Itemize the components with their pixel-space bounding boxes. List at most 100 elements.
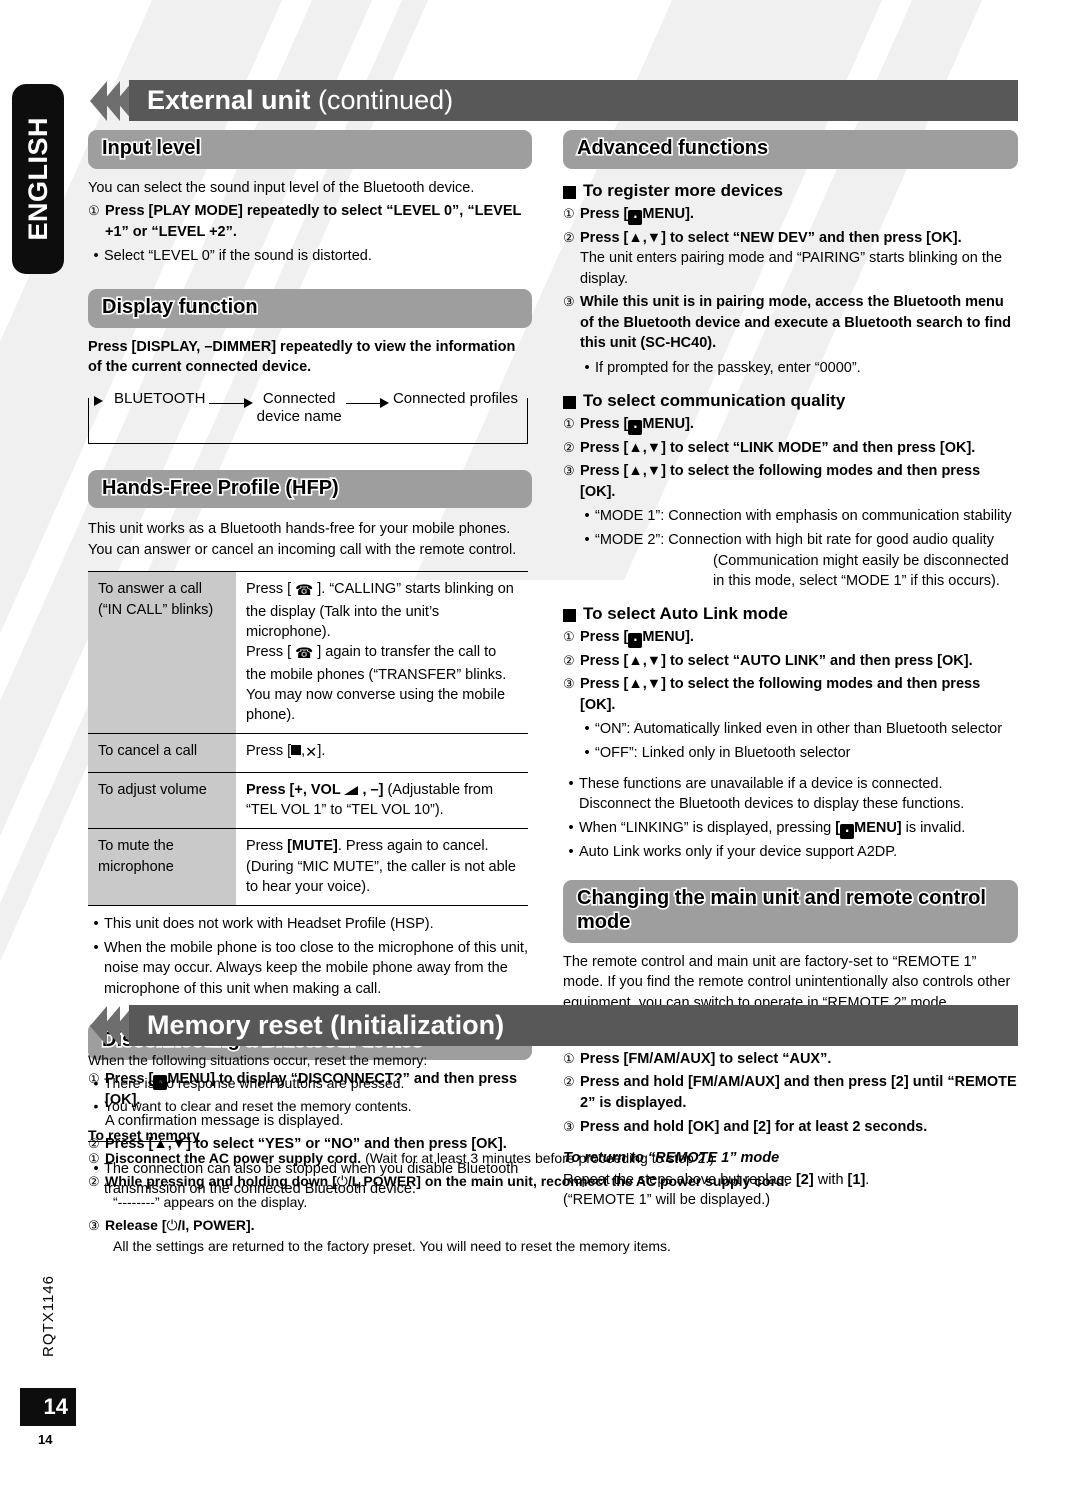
table-cell-value: Press [,✕].: [236, 734, 528, 772]
step-bold: Press [▲,▼] to select “NEW DEV” and then…: [580, 229, 962, 246]
note-text: Auto Link works only if your device supp…: [579, 843, 898, 860]
subheading-text: To select Auto Link mode: [583, 603, 788, 623]
page-number-badge: 14: [20, 1388, 76, 1426]
page-number-small: 14: [38, 1432, 53, 1447]
bullet-dot-icon: •: [93, 1075, 99, 1092]
step-number: ②: [563, 652, 575, 668]
condition-text: You want to clear and reset the memory c…: [104, 1098, 412, 1115]
hfp-intro-line1: This unit works as a Bluetooth hands-fre…: [88, 521, 511, 538]
table-row: To cancel a call Press [,✕].: [88, 733, 528, 773]
note-text: If prompted for the passkey, enter “0000…: [595, 360, 861, 377]
chevron-left-icon-group: [90, 80, 133, 121]
step-text: While pressing and holding down [⏻/I, PO…: [105, 1172, 1018, 1213]
display-function-intro: Press [DISPLAY, –DIMMER] repeatedly to v…: [88, 338, 516, 376]
register-notes: • If prompted for the passkey, enter “00…: [563, 358, 1018, 379]
list-item: ② Press [▲,▼] to select “LINK MODE” and …: [563, 438, 1018, 459]
step-text: Press [▲,▼] to select “NEW DEV” and then…: [580, 228, 1018, 290]
list-item: • “MODE 2”: Connection with high bit rat…: [563, 530, 1018, 551]
bluetooth-icon: ·: [628, 419, 643, 435]
step-number: ③: [563, 294, 575, 310]
section-header-remote-mode: Changing the main unit and remote contro…: [563, 880, 1018, 943]
bullet-dot-icon: •: [93, 248, 99, 265]
bullet-dot-icon: •: [568, 775, 574, 792]
list-item: • When the mobile phone is too close to …: [88, 938, 532, 1000]
step-number: ①: [563, 628, 575, 644]
chapter-header-memory-reset: Memory reset (Initialization): [90, 1005, 1018, 1046]
step-number: ①: [563, 415, 575, 431]
auto-link-steps: ① Press [· MENU]. ② Press [▲,▼] to select…: [563, 627, 1018, 716]
table-row: To mute the microphone Press [MUTE]. Pres…: [88, 828, 528, 906]
memory-reset-body: When the following situations occur, res…: [88, 1050, 1018, 1256]
chapter-header-external-unit: External unit (continued): [90, 80, 1018, 121]
auto-link-modes: • “ON”: Automatically linked even in oth…: [563, 719, 1018, 763]
volume-wedge-icon: [344, 785, 359, 795]
step-bold: Release [⏻/I, POWER].: [105, 1216, 255, 1234]
note-text: When the mobile phone is too close to th…: [104, 939, 528, 997]
subheading-text: To register more devices: [583, 180, 783, 200]
list-item: • This unit does not work with Headset P…: [88, 914, 532, 935]
step-bold: While pressing and holding down [⏻/I, PO…: [105, 1172, 789, 1190]
subheading-communication-quality: To select communication quality: [563, 391, 1018, 411]
step-number: ①: [88, 203, 100, 219]
bullet-dot-icon: •: [568, 843, 574, 860]
condition-text: There is no response when buttons are pr…: [104, 1075, 405, 1092]
subheading-register-devices: To register more devices: [563, 181, 1018, 201]
section-header-input-level: Input level: [88, 130, 532, 169]
bullet-dot-icon: •: [93, 916, 99, 933]
flow-arrow-icon: [345, 397, 390, 412]
step-number: ①: [88, 1151, 100, 1167]
step-number: ③: [563, 463, 575, 479]
list-item: • Select “LEVEL 0” if the sound is disto…: [88, 246, 532, 267]
flow-step-3: Connected profiles: [389, 390, 522, 409]
step-text: Press [▲,▼] to select the following mode…: [580, 463, 981, 500]
bullet-dot-icon: •: [584, 360, 590, 377]
list-item: • These functions are unavailable if a d…: [563, 774, 1018, 815]
list-item: ① Press [· MENU].: [563, 627, 1018, 648]
step-text: Press [· MENU].: [580, 628, 694, 648]
mode2-continuation: (Communication might easily be disconnec…: [713, 552, 1009, 590]
step-number: ②: [88, 1173, 100, 1189]
list-item: • “MODE 1”: Connection with emphasis on …: [563, 506, 1018, 527]
table-row: To answer a call (“IN CALL” blinks) Press…: [88, 571, 528, 734]
remote-mode-intro: The remote control and main unit are fac…: [563, 953, 1011, 1011]
mode-text: “MODE 2”: Connection with high bit rate …: [595, 531, 994, 548]
flow-label: Connected profiles: [392, 389, 519, 407]
step-number: ②: [563, 439, 575, 455]
step-text: Disconnect the AC power supply cord. (Wa…: [105, 1149, 1018, 1169]
hfp-notes: • This unit does not work with Headset P…: [88, 914, 532, 999]
table-cell-key: To cancel a call: [88, 733, 236, 773]
subheading-auto-link: To select Auto Link mode: [563, 604, 1018, 624]
list-item: ③ While this unit is in pairing mode, ac…: [563, 292, 1018, 354]
table-cell-key: To answer a call (“IN CALL” blinks): [88, 571, 236, 734]
step-text: Press [▲,▼] to select “AUTO LINK” and th…: [580, 652, 973, 669]
comm-quality-steps: ① Press [· MENU]. ② Press [▲,▼] to select…: [563, 414, 1018, 503]
right-column: Advanced functions To register more devi…: [563, 130, 1018, 1211]
bullet-dot-icon: •: [93, 939, 99, 956]
step-text: Press [PLAY MODE] repeatedly to select “…: [105, 203, 522, 240]
step-rest: (Wait for at least 3 minutes before proc…: [361, 1150, 714, 1167]
section-header-advanced-functions: Advanced functions: [563, 130, 1018, 169]
step-subtext: All the settings are returned to the fac…: [113, 1237, 671, 1254]
phone-hangup-icon: ✕: [305, 745, 318, 762]
display-flow-diagram: BLUETOOTH Connected device name Connected…: [88, 390, 532, 448]
note-text: This unit does not work with Headset Pro…: [104, 916, 434, 933]
mode-text: “MODE 1”: Connection with emphasis on co…: [595, 508, 1012, 525]
table-cell-value: Press [MUTE]. Press again to cancel. (Du…: [246, 838, 516, 895]
list-item: ① Disconnect the AC power supply cord. (…: [88, 1149, 1018, 1169]
manual-page: ENGLISH External unit (continued) Input …: [0, 0, 1080, 1501]
step-text: Press [· MENU].: [580, 205, 694, 225]
phone-icon: ☎: [295, 583, 314, 600]
phone-icon: ☎: [295, 646, 314, 663]
note-text: When “LINKING” is displayed, pressing [·…: [579, 819, 966, 839]
list-item: • “ON”: Automatically linked even in oth…: [563, 719, 1018, 740]
bullet-dot-icon: •: [584, 721, 590, 738]
bullet-dot-icon: •: [568, 819, 574, 836]
flow-step-1: BLUETOOTH: [110, 390, 209, 409]
document-code: RQTX1146: [40, 1275, 57, 1357]
step-subtext: “--------” appears on the display.: [113, 1193, 308, 1210]
step-number: ③: [563, 676, 575, 692]
step-text: Press [▲,▼] to select “LINK MODE” and th…: [580, 439, 976, 456]
subheading-text: To select communication quality: [583, 390, 846, 410]
mode-text: “ON”: Automatically linked even in other…: [595, 721, 1003, 738]
hfp-intro-line2: You can answer or cancel an incoming cal…: [88, 541, 517, 558]
